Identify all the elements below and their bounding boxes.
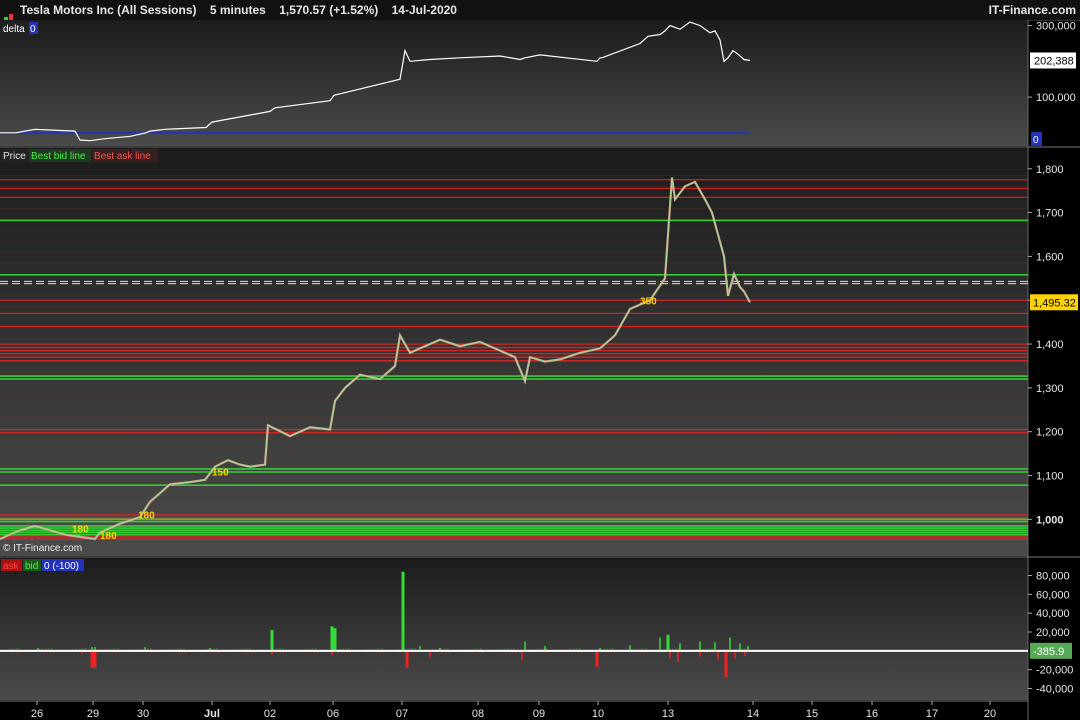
instrument-title: Tesla Motors Inc (All Sessions) <box>20 3 197 17</box>
y-tick-label: 100,000 <box>1036 92 1076 104</box>
x-tick-label: 30 <box>137 708 149 720</box>
legend-zero: 0 (-100) <box>44 561 79 572</box>
trade-annotation: 150 <box>212 468 229 479</box>
y-tick-label: -40,000 <box>1036 683 1073 695</box>
y-tick-label: 1,000 <box>1036 514 1064 526</box>
x-tick-label: 29 <box>87 708 99 720</box>
x-tick-label: 26 <box>31 708 43 720</box>
price-panel <box>0 148 1028 556</box>
y-tick-label: 300,000 <box>1036 21 1076 33</box>
y-tick-label: 40,000 <box>1036 608 1070 620</box>
bid-bar <box>330 626 334 651</box>
x-tick-label: 17 <box>926 708 938 720</box>
bid-bar <box>666 634 670 651</box>
legend-ask: ask <box>3 561 20 572</box>
y-tick-label: 80,000 <box>1036 571 1070 583</box>
delta-panel <box>0 20 1028 146</box>
trade-annotation: 180 <box>138 510 155 521</box>
trade-annotation: 350 <box>640 297 657 308</box>
x-tick-label: 15 <box>806 708 818 720</box>
ask-bar <box>595 650 599 667</box>
y-tick-label: 1,300 <box>1036 383 1064 395</box>
ask-bar <box>405 650 409 668</box>
trade-annotation: 180 <box>72 524 89 535</box>
brand-name: IT-Finance.com <box>988 3 1076 17</box>
bid-bar <box>401 571 405 651</box>
x-tick-label: 07 <box>396 708 408 720</box>
delta-zero-label: 0 <box>1033 135 1039 146</box>
legend-best-ask: Best ask line <box>94 151 151 162</box>
x-tick-label: Jul <box>204 708 220 720</box>
bid-bar <box>659 637 661 651</box>
title-bar: Tesla Motors Inc (All Sessions) 5 minute… <box>0 0 1080 25</box>
x-tick-label: 09 <box>533 708 545 720</box>
legend-price: Price <box>3 151 26 162</box>
delta-last-value: 202,388 <box>1034 55 1074 67</box>
y-tick-label: 1,800 <box>1036 164 1064 176</box>
volume-panel <box>0 558 1028 700</box>
ask-bar <box>677 650 679 663</box>
legend-delta: delta <box>3 24 25 35</box>
bid-bar <box>714 642 716 651</box>
bid-bar <box>699 641 701 651</box>
interval-label: 5 minutes <box>209 3 266 17</box>
x-tick-label: 10 <box>592 708 604 720</box>
chart-canvas[interactable]: 180150180180350 300,000100,000202,38801,… <box>0 20 1080 720</box>
bid-bar <box>739 643 741 651</box>
ask-bar <box>717 650 719 660</box>
y-tick-label: 60,000 <box>1036 589 1070 601</box>
y-tick-label: 1,100 <box>1036 471 1064 483</box>
ask-bar <box>724 650 728 678</box>
ask-bar <box>93 650 97 668</box>
ask-bar <box>734 650 736 659</box>
x-tick-label: 20 <box>984 708 996 720</box>
legend-delta-value: 0 <box>30 24 36 35</box>
bid-bar <box>333 628 337 651</box>
y-tick-label: 1,600 <box>1036 251 1064 263</box>
x-tick-label: 16 <box>866 708 878 720</box>
x-tick-label: 08 <box>472 708 484 720</box>
watermark: © IT-Finance.com <box>3 543 82 554</box>
y-tick-label: 20,000 <box>1036 627 1070 639</box>
price-change: 1,570.57 (+1.52%) <box>279 3 379 17</box>
volume-legend: ask bid 0 (-100) <box>1 559 84 572</box>
ask-bar <box>521 650 523 661</box>
price-legend: Price Best bid line Best ask line <box>1 149 158 162</box>
trade-annotation: 180 <box>100 531 117 542</box>
date-label: 14-Jul-2020 <box>391 3 457 17</box>
price-last-value: 1,495.32 <box>1033 297 1076 309</box>
x-tick-label: 13 <box>662 708 674 720</box>
legend-best-bid: Best bid line <box>31 151 86 162</box>
y-tick-label: 1,700 <box>1036 208 1064 220</box>
y-tick-label: 1,400 <box>1036 339 1064 351</box>
bid-bar <box>679 643 681 651</box>
ask-bar <box>669 650 671 659</box>
x-tick-label: 14 <box>747 708 759 720</box>
bid-bar <box>524 641 526 651</box>
x-tick-label: 02 <box>264 708 276 720</box>
delta-legend: delta 0 <box>1 22 38 35</box>
chart-header: Tesla Motors Inc (All Sessions) 5 minute… <box>20 0 457 20</box>
bid-bar <box>729 637 731 651</box>
y-tick-label: 1,200 <box>1036 427 1064 439</box>
bid-bar <box>270 630 274 651</box>
volume-last-value: -385.9 <box>1033 646 1064 658</box>
ask-bar <box>90 650 94 668</box>
x-tick-label: 06 <box>327 708 339 720</box>
y-tick-label: -20,000 <box>1036 665 1073 677</box>
legend-bid: bid <box>25 561 38 572</box>
